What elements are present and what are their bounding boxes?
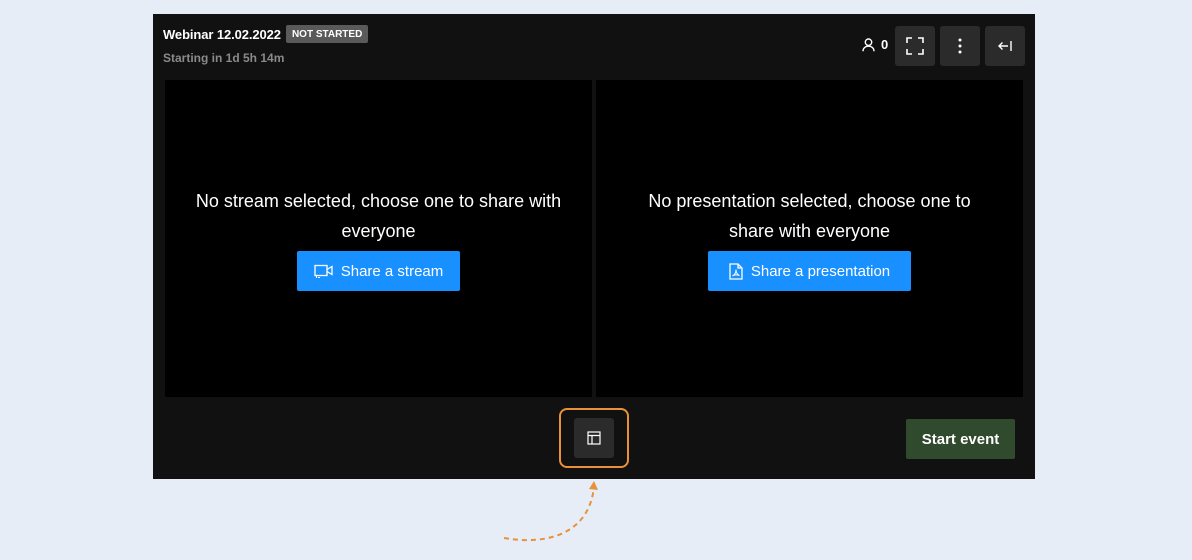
layout-icon xyxy=(587,431,601,445)
user-icon xyxy=(862,37,875,51)
share-stream-button[interactable]: Share a stream xyxy=(297,251,460,291)
fullscreen-icon xyxy=(906,37,924,55)
webinar-app: Webinar 12.02.2022 NOT STARTED Starting … xyxy=(153,14,1035,479)
share-stream-label: Share a stream xyxy=(340,262,444,280)
stream-empty-message: No stream selected, choose one to share … xyxy=(195,191,562,241)
participant-count-value: 0 xyxy=(881,37,889,52)
presentation-panel: No presentation selected, choose one to … xyxy=(596,80,1023,397)
share-presentation-button[interactable]: Share a presentation xyxy=(708,251,911,291)
share-presentation-label: Share a presentation xyxy=(750,262,891,280)
participant-count: 0 xyxy=(862,37,888,52)
more-options-button[interactable] xyxy=(940,26,980,66)
header: Webinar 12.02.2022 NOT STARTED Starting … xyxy=(153,14,1035,80)
pdf-file-icon xyxy=(729,262,743,280)
fullscreen-button[interactable] xyxy=(895,26,935,66)
event-title: Webinar 12.02.2022 xyxy=(163,26,281,42)
presentation-empty-message: No presentation selected, choose one to … xyxy=(648,191,971,241)
countdown-text: Starting in 1d 5h 14m xyxy=(163,51,285,65)
layout-button[interactable] xyxy=(574,418,614,458)
callout-arrow xyxy=(503,481,598,542)
video-camera-icon xyxy=(314,264,333,278)
collapse-button[interactable] xyxy=(985,26,1025,66)
status-badge: NOT STARTED xyxy=(285,25,369,43)
more-vertical-icon xyxy=(958,38,962,54)
title-row: Webinar 12.02.2022 NOT STARTED xyxy=(163,25,369,43)
start-event-button[interactable]: Start event xyxy=(906,419,1015,459)
arrow-left-bar-icon xyxy=(998,41,1012,51)
stream-panel: No stream selected, choose one to share … xyxy=(165,80,592,397)
